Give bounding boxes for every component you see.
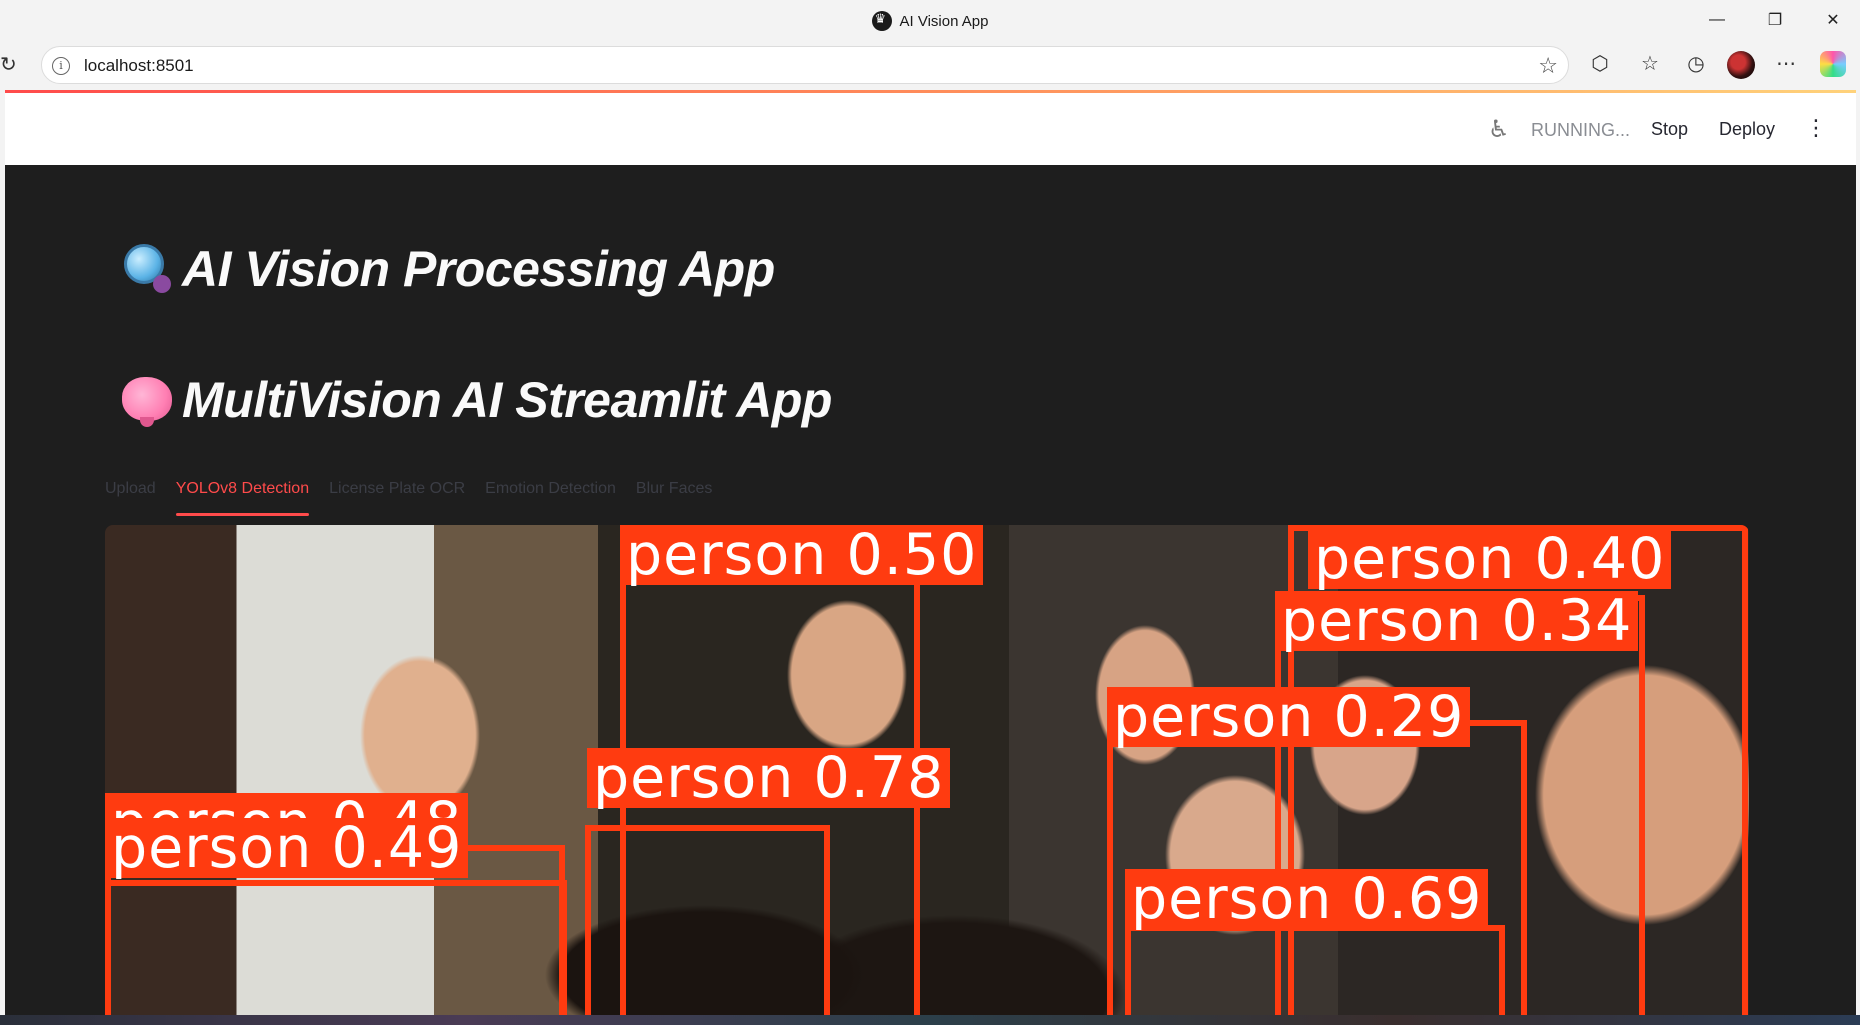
- tab-license-plate-ocr[interactable]: License Plate OCR: [329, 466, 465, 514]
- browser-toolbar: ↻ i localhost:8501 ☆: [0, 42, 1860, 88]
- detection-label: person 0.50: [620, 525, 984, 585]
- address-bar[interactable]: i localhost:8501 ☆: [41, 46, 1569, 84]
- detection-label: person 0.49: [105, 818, 469, 878]
- app-subtitle-text: MultiVision AI Streamlit App: [182, 372, 832, 428]
- brain-icon: [120, 373, 172, 427]
- tab-upload[interactable]: Upload: [105, 466, 156, 514]
- tab-emotion-detection[interactable]: Emotion Detection: [485, 466, 616, 514]
- app-viewport: ♿ RUNNING... Stop Deploy ⋮ AI Vision Pro…: [5, 90, 1856, 1015]
- tab-bar: Upload YOLOv8 Detection License Plate OC…: [105, 466, 712, 516]
- detection-result-image: person 0.50 person 0.40 person 0.34 pers…: [105, 525, 1749, 1015]
- main-menu-icon[interactable]: ⋮: [1805, 115, 1827, 141]
- profile-avatar[interactable]: [1727, 51, 1755, 79]
- window-title: AI Vision App: [0, 11, 1860, 31]
- restore-button[interactable]: ❐: [1746, 0, 1804, 40]
- page-title: AI Vision Processing App: [120, 240, 775, 298]
- detection-label: person 0.78: [587, 748, 951, 808]
- magnifying-glass-icon: [120, 242, 172, 294]
- streamlit-header: ♿ RUNNING... Stop Deploy ⋮: [5, 93, 1856, 165]
- running-status: RUNNING...: [1531, 120, 1630, 140]
- detection-label: person 0.34: [1275, 591, 1639, 651]
- minimize-button[interactable]: —: [1688, 0, 1746, 40]
- close-button[interactable]: ✕: [1804, 0, 1860, 40]
- bbox-person-049: [105, 880, 567, 1015]
- favorite-star-icon[interactable]: ☆: [1538, 53, 1558, 79]
- taskbar-edge: [0, 1015, 1860, 1025]
- bbox-person-078: [585, 825, 830, 1015]
- extensions-icon[interactable]: ⬡: [1586, 50, 1614, 78]
- app-favicon-icon: [871, 11, 892, 31]
- url-text[interactable]: localhost:8501: [84, 56, 194, 76]
- window-titlebar: AI Vision App — ❐ ✕: [0, 0, 1860, 42]
- history-icon[interactable]: ◷: [1682, 50, 1710, 78]
- window-title-text: AI Vision App: [899, 13, 989, 30]
- bbox-person-069: [1125, 925, 1505, 1015]
- reload-icon[interactable]: ↻: [0, 52, 24, 76]
- copilot-icon[interactable]: [1820, 51, 1846, 77]
- accessibility-icon: ♿: [1488, 116, 1510, 143]
- tab-blur-faces[interactable]: Blur Faces: [636, 466, 712, 514]
- detection-label: person 0.29: [1107, 687, 1471, 747]
- detection-label: person 0.69: [1125, 869, 1489, 929]
- more-icon[interactable]: ⋯: [1772, 50, 1800, 78]
- tab-yolov8-detection[interactable]: YOLOv8 Detection: [175, 466, 310, 516]
- page-title-text: AI Vision Processing App: [182, 241, 775, 297]
- site-info-icon[interactable]: i: [52, 57, 70, 75]
- stop-button[interactable]: Stop: [1651, 119, 1688, 140]
- deploy-button[interactable]: Deploy: [1719, 119, 1775, 140]
- detection-label: person 0.40: [1308, 529, 1672, 589]
- favorites-icon[interactable]: ☆: [1636, 50, 1664, 78]
- app-subtitle: MultiVision AI Streamlit App: [120, 371, 832, 429]
